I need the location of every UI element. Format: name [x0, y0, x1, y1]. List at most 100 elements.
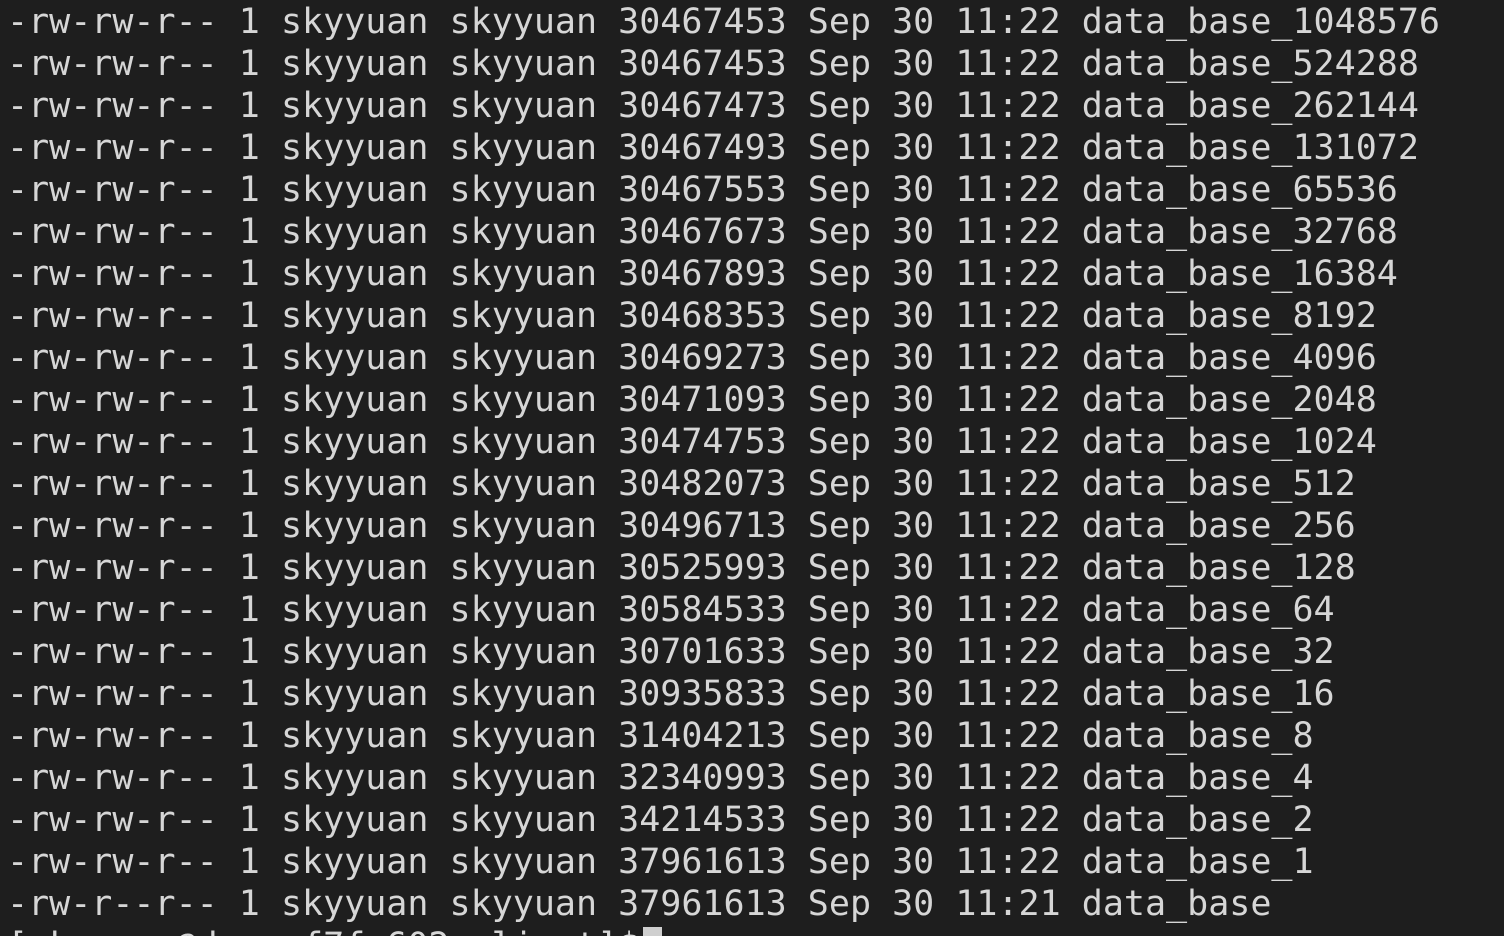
file-permissions: -rw-r--r--: [7, 884, 218, 924]
modified-month: Sep: [807, 254, 872, 294]
file-name: data_base_8: [1081, 716, 1314, 756]
file-size: 37961613: [618, 884, 787, 924]
file-permissions: -rw-rw-r--: [7, 464, 218, 504]
file-permissions: -rw-rw-r--: [7, 86, 218, 126]
file-group: skyyuan: [449, 44, 598, 84]
file-size: 30471093: [618, 380, 787, 420]
link-count: 1: [238, 338, 260, 378]
modified-day: 30: [892, 338, 935, 378]
file-permissions: -rw-rw-r--: [7, 632, 218, 672]
file-group: skyyuan: [449, 884, 598, 924]
link-count: 1: [238, 170, 260, 210]
file-permissions: -rw-rw-r--: [7, 254, 218, 294]
file-name: data_base_1048576: [1081, 2, 1440, 42]
listing-row: -rw-rw-r-- 1 skyyuan skyyuan 30467673 Se…: [7, 211, 1504, 253]
file-size: 30525993: [618, 548, 787, 588]
file-size: 30467473: [618, 86, 787, 126]
modified-day: 30: [892, 380, 935, 420]
modified-month: Sep: [807, 380, 872, 420]
file-group: skyyuan: [449, 212, 598, 252]
file-owner: skyyuan: [280, 338, 429, 378]
modified-month: Sep: [807, 296, 872, 336]
modified-time: 11:22: [955, 338, 1061, 378]
file-owner: skyyuan: [280, 422, 429, 462]
file-size: 30935833: [618, 674, 787, 714]
modified-month: Sep: [807, 338, 872, 378]
link-count: 1: [238, 548, 260, 588]
file-group: skyyuan: [449, 590, 598, 630]
modified-day: 30: [892, 590, 935, 630]
file-name: data_base_512: [1081, 464, 1356, 504]
file-group: skyyuan: [449, 800, 598, 840]
file-group: skyyuan: [449, 758, 598, 798]
listing-row: -rw-rw-r-- 1 skyyuan skyyuan 30467453 Se…: [7, 1, 1504, 43]
file-listing: -rw-rw-r-- 1 skyyuan skyyuan 30467453 Se…: [7, 1, 1504, 925]
file-owner: skyyuan: [280, 800, 429, 840]
file-group: skyyuan: [449, 842, 598, 882]
file-group: skyyuan: [449, 254, 598, 294]
listing-row: -rw-rw-r-- 1 skyyuan skyyuan 30467453 Se…: [7, 43, 1504, 85]
file-permissions: -rw-rw-r--: [7, 758, 218, 798]
modified-time: 11:22: [955, 212, 1061, 252]
file-name: data_base_16384: [1081, 254, 1398, 294]
modified-time: 11:22: [955, 380, 1061, 420]
link-count: 1: [238, 212, 260, 252]
modified-time: 11:22: [955, 674, 1061, 714]
file-group: skyyuan: [449, 632, 598, 672]
link-count: 1: [238, 842, 260, 882]
modified-day: 30: [892, 758, 935, 798]
file-owner: skyyuan: [280, 86, 429, 126]
link-count: 1: [238, 716, 260, 756]
listing-row: -rw-rw-r-- 1 skyyuan skyyuan 30584533 Se…: [7, 589, 1504, 631]
listing-row: -rw-rw-r-- 1 skyyuan skyyuan 30701633 Se…: [7, 631, 1504, 673]
link-count: 1: [238, 44, 260, 84]
listing-row: -rw-rw-r-- 1 skyyuan skyyuan 30467473 Se…: [7, 85, 1504, 127]
link-count: 1: [238, 632, 260, 672]
link-count: 1: [238, 800, 260, 840]
file-permissions: -rw-rw-r--: [7, 716, 218, 756]
file-group: skyyuan: [449, 338, 598, 378]
file-name: data_base_4096: [1081, 338, 1377, 378]
file-owner: skyyuan: [280, 44, 429, 84]
modified-month: Sep: [807, 800, 872, 840]
modified-month: Sep: [807, 128, 872, 168]
file-size: 30467453: [618, 44, 787, 84]
modified-month: Sep: [807, 884, 872, 924]
link-count: 1: [238, 254, 260, 294]
file-group: skyyuan: [449, 86, 598, 126]
modified-day: 30: [892, 674, 935, 714]
modified-day: 30: [892, 506, 935, 546]
file-size: 30467493: [618, 128, 787, 168]
file-owner: skyyuan: [280, 296, 429, 336]
file-group: skyyuan: [449, 170, 598, 210]
link-count: 1: [238, 380, 260, 420]
file-owner: skyyuan: [280, 884, 429, 924]
file-owner: skyyuan: [280, 506, 429, 546]
link-count: 1: [238, 2, 260, 42]
terminal-window[interactable]: -rw-rw-r-- 1 skyyuan skyyuan 30467453 Se…: [0, 0, 1504, 936]
file-group: skyyuan: [449, 2, 598, 42]
file-owner: skyyuan: [280, 170, 429, 210]
file-size: 30467673: [618, 212, 787, 252]
modified-day: 30: [892, 2, 935, 42]
modified-day: 30: [892, 128, 935, 168]
file-permissions: -rw-rw-r--: [7, 212, 218, 252]
modified-time: 11:22: [955, 2, 1061, 42]
file-owner: skyyuan: [280, 758, 429, 798]
file-permissions: -rw-rw-r--: [7, 548, 218, 588]
file-name: data_base_32768: [1081, 212, 1398, 252]
file-size: 30482073: [618, 464, 787, 504]
file-name: data_base_128: [1081, 548, 1356, 588]
file-name: data_base_2: [1081, 800, 1314, 840]
modified-time: 11:22: [955, 296, 1061, 336]
file-size: 30467893: [618, 254, 787, 294]
modified-day: 30: [892, 296, 935, 336]
prompt-line[interactable]: [skyyuan@dev-of7f-602 client]$: [7, 925, 1504, 936]
modified-month: Sep: [807, 86, 872, 126]
file-owner: skyyuan: [280, 2, 429, 42]
file-name: data_base_262144: [1081, 86, 1419, 126]
listing-row: -rw-rw-r-- 1 skyyuan skyyuan 30468353 Se…: [7, 295, 1504, 337]
modified-time: 11:22: [955, 590, 1061, 630]
file-permissions: -rw-rw-r--: [7, 506, 218, 546]
listing-row: -rw-rw-r-- 1 skyyuan skyyuan 32340993 Se…: [7, 757, 1504, 799]
